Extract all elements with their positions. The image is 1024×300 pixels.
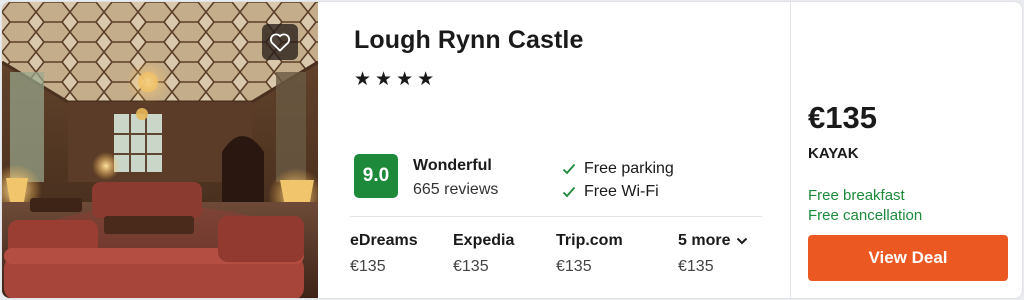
- check-icon: [562, 186, 580, 198]
- provider-name[interactable]: eDreams: [350, 232, 418, 250]
- view-deal-button[interactable]: View Deal: [808, 235, 1008, 281]
- amenity-item: Free parking: [562, 158, 674, 180]
- review-score-badge: 9.0: [354, 154, 398, 198]
- provider-name[interactable]: Expedia: [453, 232, 514, 250]
- section-divider: [350, 216, 762, 217]
- check-icon: [562, 163, 580, 175]
- star-icon: ★: [354, 69, 372, 90]
- amenity-item: Free Wi-Fi: [562, 181, 674, 203]
- deal-source: KAYAK: [808, 145, 859, 162]
- hotel-name[interactable]: Lough Rynn Castle: [354, 26, 583, 55]
- more-providers-toggle[interactable]: 5 more: [678, 232, 748, 250]
- perk-free-breakfast: Free breakfast: [808, 187, 905, 204]
- hotel-photo[interactable]: [2, 2, 318, 298]
- provider-name[interactable]: Trip.com: [556, 232, 623, 250]
- provider-tripcom[interactable]: Trip.com €135: [556, 232, 623, 276]
- amenities-list: Free parking Free Wi-Fi: [562, 158, 674, 204]
- star-icon: ★: [417, 69, 435, 90]
- provider-price: €135: [350, 258, 386, 275]
- star-icon: ★: [375, 69, 393, 90]
- perk-free-cancellation: Free cancellation: [808, 207, 923, 224]
- save-favorite-button[interactable]: [262, 24, 298, 60]
- deal-perks: Free breakfast Free cancellation: [808, 186, 922, 226]
- provider-edreams[interactable]: eDreams €135: [350, 232, 418, 276]
- star-icon: ★: [396, 69, 414, 90]
- star-rating: ★ ★ ★ ★: [354, 70, 434, 90]
- provider-expedia[interactable]: Expedia €135: [453, 232, 514, 276]
- column-divider: [790, 2, 791, 298]
- heart-icon: [269, 33, 291, 52]
- review-count[interactable]: 665 reviews: [413, 181, 498, 199]
- chevron-down-icon: [737, 237, 748, 245]
- amenity-label: Free Wi-Fi: [584, 183, 659, 200]
- amenity-label: Free parking: [584, 160, 674, 177]
- provider-price: €135: [678, 258, 714, 275]
- hotel-result-card[interactable]: Lough Rynn Castle ★ ★ ★ ★ 9.0 Wonderful 665…: [2, 2, 1022, 298]
- deal-price: €135: [808, 100, 877, 135]
- provider-price: €135: [453, 258, 489, 275]
- provider-more[interactable]: 5 more €135: [678, 232, 748, 276]
- more-providers-label: 5 more: [678, 232, 731, 249]
- review-score-label: Wonderful: [413, 157, 492, 174]
- provider-price: €135: [556, 258, 592, 275]
